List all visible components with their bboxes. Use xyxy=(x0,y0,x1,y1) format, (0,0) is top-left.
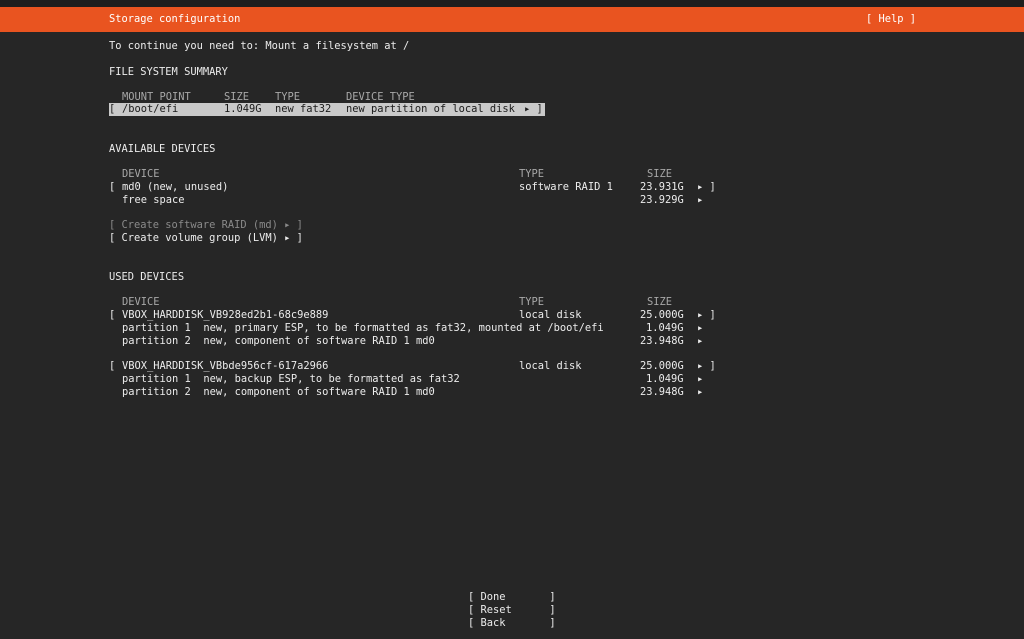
disk-size: 25.000G xyxy=(640,360,684,372)
back-button[interactable]: [ Back ] xyxy=(468,617,556,630)
mount-point-value: /boot/efi xyxy=(122,103,179,115)
row-open-bracket: [ xyxy=(109,309,116,321)
partition-label: partition 2 new, component of software R… xyxy=(122,386,435,398)
row-menu-arrow: ▸ ] xyxy=(697,181,716,193)
partition-size: 1.049G xyxy=(646,373,684,385)
create-volume-group-button[interactable]: [ Create volume group (LVM) ▸ ] xyxy=(109,232,303,245)
fs-summary-heading: FILE SYSTEM SUMMARY xyxy=(109,66,228,78)
free-space-label: free space xyxy=(122,194,185,206)
free-space-size: 23.929G xyxy=(640,194,684,206)
col-device: DEVICE xyxy=(122,168,160,180)
disk-size: 25.000G xyxy=(640,309,684,321)
row-menu-arrow: ▸ xyxy=(697,335,704,347)
row-menu-arrow: ▸ xyxy=(697,322,704,334)
disk-type: local disk xyxy=(519,360,582,372)
col-type: TYPE xyxy=(519,168,545,180)
used-devices-heading: USED DEVICES xyxy=(109,271,185,283)
status-message: To continue you need to: Mount a filesys… xyxy=(109,40,410,52)
partition-label: partition 1 new, backup ESP, to be forma… xyxy=(122,373,460,385)
partition-size: 23.948G xyxy=(640,386,684,398)
row-menu-arrow: ▸ ] xyxy=(697,360,716,372)
disk-name: VBOX_HARDDISK_VBbde956cf-617a2966 xyxy=(122,360,329,372)
size-value: 1.049G xyxy=(224,103,262,115)
type-value: new fat32 xyxy=(275,103,332,115)
col-type: TYPE xyxy=(519,296,545,308)
partition-size: 1.049G xyxy=(646,322,684,334)
row-open-bracket: [ xyxy=(109,103,116,115)
disk-type: local disk xyxy=(519,309,582,321)
done-button[interactable]: [ Done ] xyxy=(468,591,556,604)
title-bar: Storage configuration [ Help ] xyxy=(0,7,1024,32)
row-menu-arrow: ▸ ] xyxy=(524,103,543,115)
row-menu-arrow: ▸ ] xyxy=(697,309,716,321)
partition-label: partition 1 new, primary ESP, to be form… xyxy=(122,322,604,334)
col-size: SIZE xyxy=(647,296,673,308)
col-size: SIZE xyxy=(647,168,673,180)
row-menu-arrow: ▸ xyxy=(697,194,704,206)
disk-name: VBOX_HARDDISK_VB928ed2b1-68c9e889 xyxy=(122,309,329,321)
device-type: software RAID 1 xyxy=(519,181,613,193)
row-open-bracket: [ xyxy=(109,360,116,372)
device-name: md0 (new, unused) xyxy=(122,181,229,193)
device-type-value: new partition of local disk xyxy=(346,103,515,115)
device-size: 23.931G xyxy=(640,181,684,193)
row-menu-arrow: ▸ xyxy=(697,386,704,398)
create-software-raid-button[interactable]: [ Create software RAID (md) ▸ ] xyxy=(109,219,303,232)
available-devices-heading: AVAILABLE DEVICES xyxy=(109,143,216,155)
help-button[interactable]: [ Help ] xyxy=(866,13,916,26)
fs-summary-row-boot-efi[interactable]: [ /boot/efi 1.049G new fat32 new partiti… xyxy=(109,103,545,116)
page-title: Storage configuration xyxy=(109,13,241,25)
row-open-bracket: [ xyxy=(109,181,116,193)
col-device: DEVICE xyxy=(122,296,160,308)
row-menu-arrow: ▸ xyxy=(697,373,704,385)
window-top-strip xyxy=(0,0,1024,7)
partition-size: 23.948G xyxy=(640,335,684,347)
partition-label: partition 2 new, component of software R… xyxy=(122,335,435,347)
reset-button[interactable]: [ Reset ] xyxy=(468,604,556,617)
